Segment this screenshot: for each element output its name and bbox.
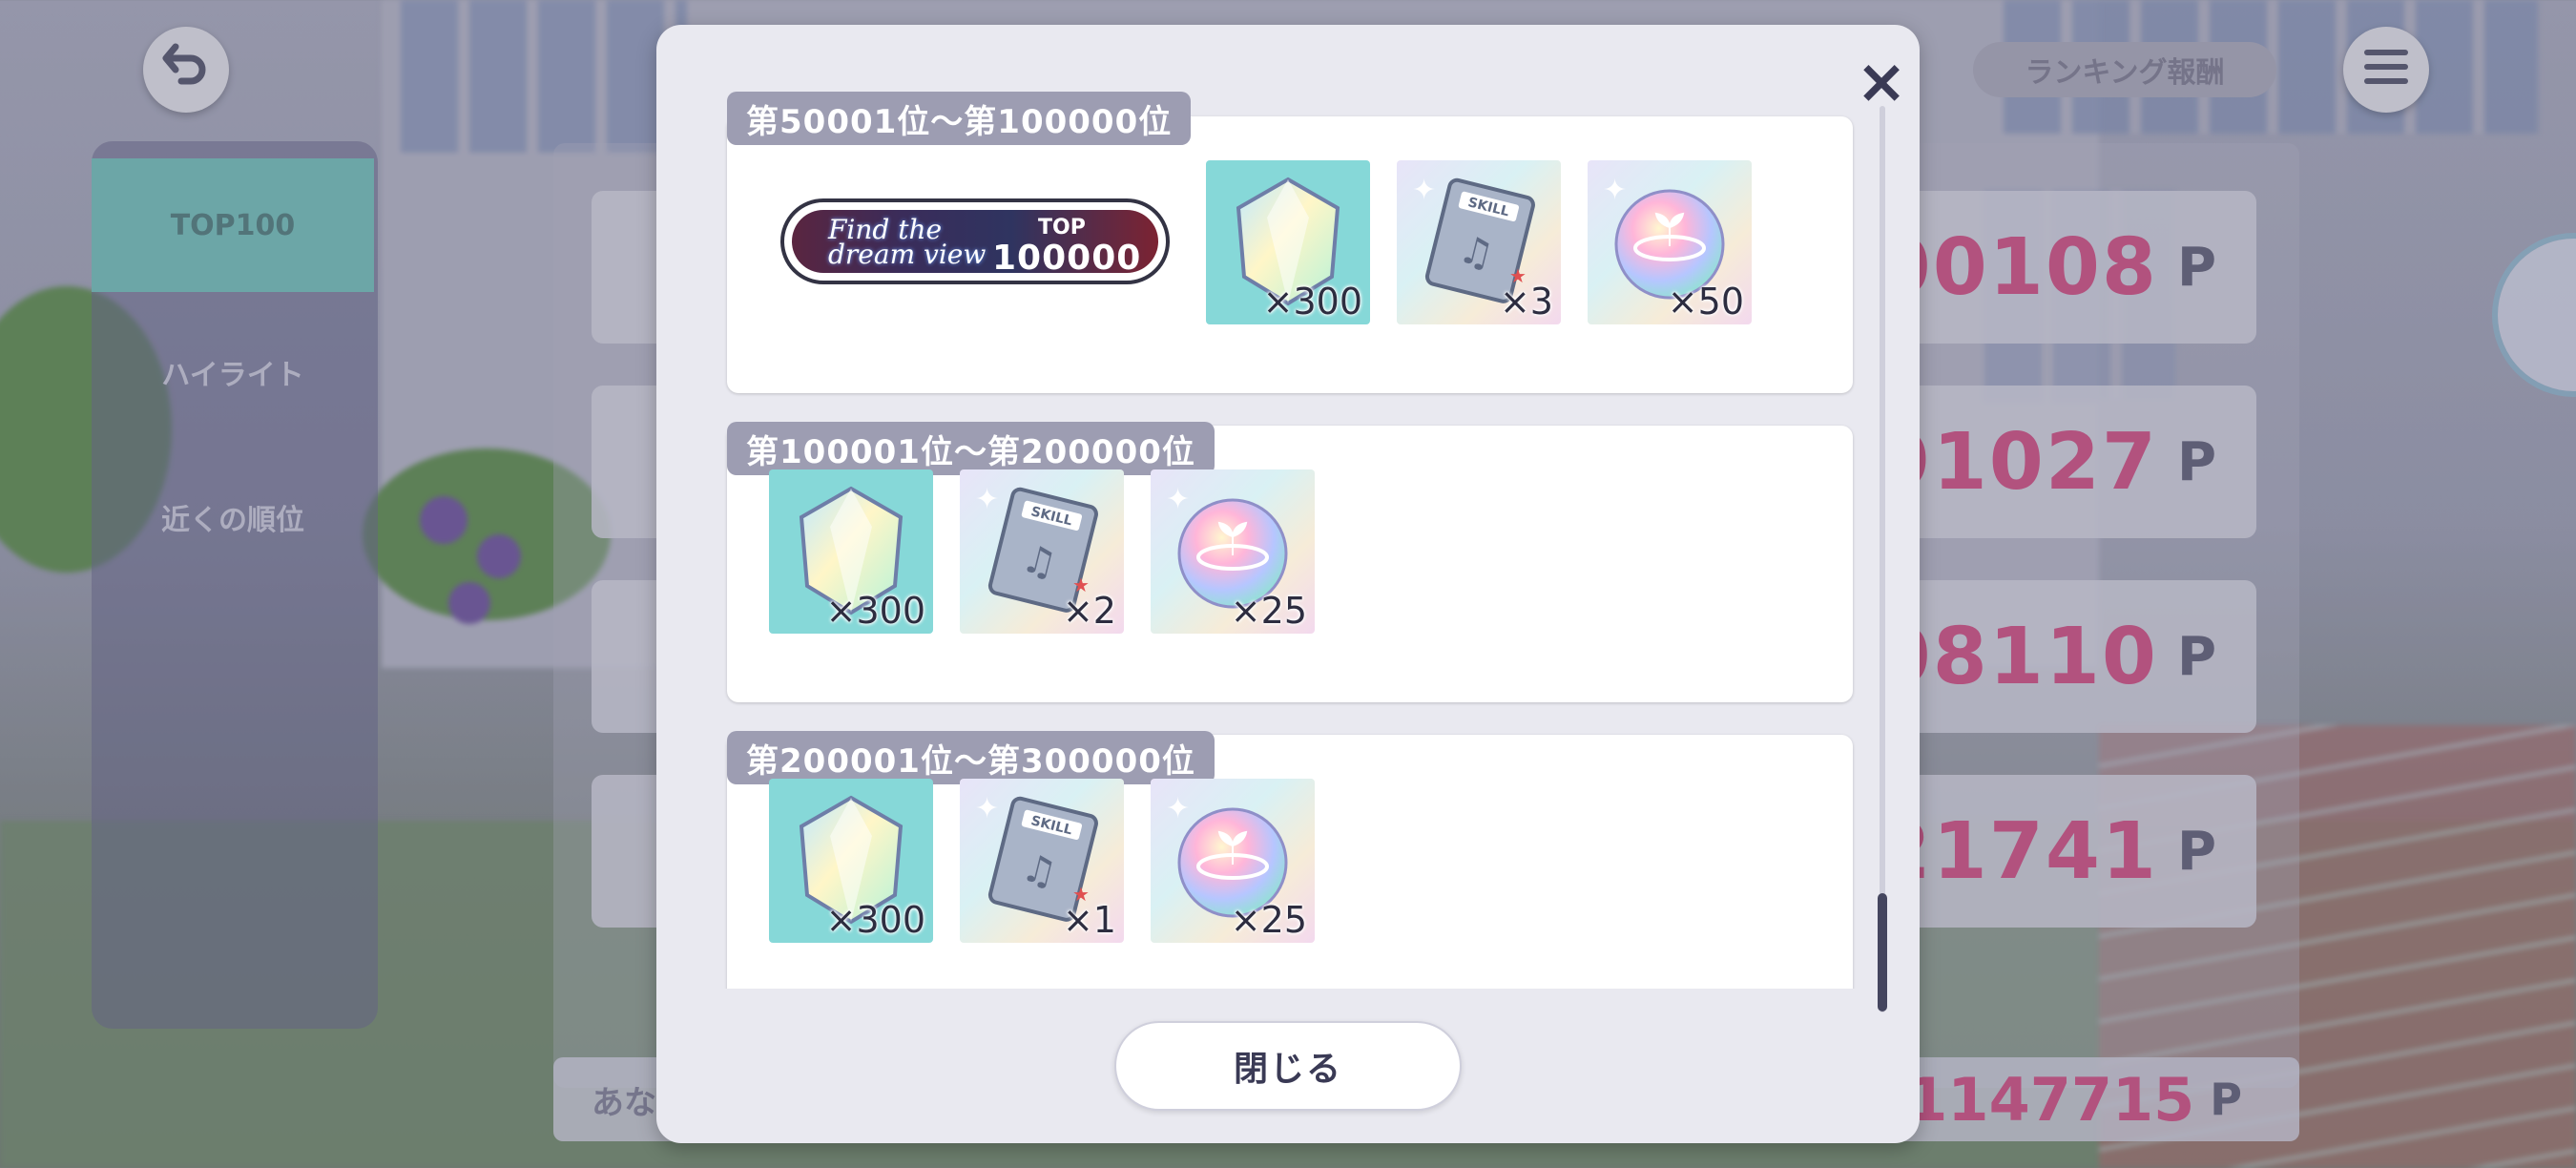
reward-item-skill-book[interactable]: ✦ SKILL ♫ ★ ×2 <box>960 469 1124 634</box>
item-quantity: ×300 <box>825 899 925 941</box>
reward-item-orb[interactable]: ✦ ×25 <box>1151 779 1315 943</box>
title-badge-top: TOP <box>1038 216 1086 240</box>
reward-item-crystal[interactable]: ×300 <box>769 779 933 943</box>
reward-list[interactable]: 第50001位～第100000位 Find the dream view TOP… <box>656 25 1920 989</box>
reward-item-orb[interactable]: ✦ ×25 <box>1151 469 1315 634</box>
reward-item-skill-book[interactable]: ✦ SKILL ♫ ★ ×1 <box>960 779 1124 943</box>
title-badge-text: Find the dream view <box>828 214 987 270</box>
item-quantity: ×3 <box>1499 281 1553 323</box>
rank-range-label: 第100001位～第200000位 <box>727 422 1215 475</box>
item-quantity: ×50 <box>1667 281 1744 323</box>
title-badge[interactable]: Find the dream view TOP 100000 <box>780 198 1170 284</box>
scrollbar-track[interactable] <box>1880 106 1885 1012</box>
reward-item-orb[interactable]: ✦ ×50 <box>1588 160 1752 324</box>
item-quantity: ×1 <box>1062 899 1116 941</box>
reward-item-skill-book[interactable]: ✦ SKILL ♫ ★ ×3 <box>1397 160 1561 324</box>
item-quantity: ×25 <box>1230 899 1307 941</box>
item-quantity: ×300 <box>825 590 925 632</box>
reward-item-crystal[interactable]: ×300 <box>1206 160 1370 324</box>
close-icon[interactable]: × <box>1853 52 1910 113</box>
close-button[interactable]: 閉じる <box>1114 1021 1462 1111</box>
item-quantity: ×300 <box>1262 281 1362 323</box>
title-badge-art: Find the dream view TOP 100000 <box>792 210 1158 278</box>
reward-item-crystal[interactable]: ×300 <box>769 469 933 634</box>
rank-range-label: 第200001位～第300000位 <box>727 731 1215 784</box>
reward-modal: 第50001位～第100000位 Find the dream view TOP… <box>656 25 1920 1143</box>
item-quantity: ×25 <box>1230 590 1307 632</box>
item-quantity: ×2 <box>1062 590 1116 632</box>
scrollbar-thumb[interactable] <box>1878 893 1887 1012</box>
rank-range-label: 第50001位～第100000位 <box>727 92 1192 145</box>
title-badge-number: 100000 <box>992 239 1142 278</box>
